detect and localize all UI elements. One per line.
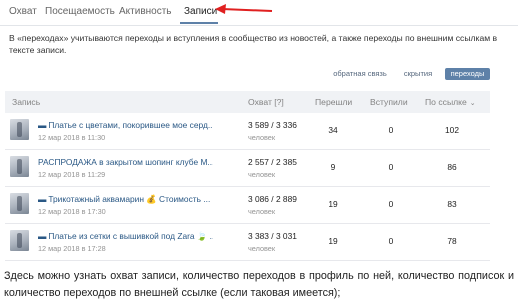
post-title-text: Платье из сетки с вышивкой под Zara 🍃 ..… bbox=[48, 231, 213, 241]
table-row: ▬ Платье из сетки с вышивкой под Zara 🍃 .… bbox=[5, 224, 490, 261]
by-link-value: 78 bbox=[447, 236, 457, 246]
table-row: ▬ Платье с цветами, покорившее мое серд..… bbox=[5, 113, 490, 150]
table-row: ▬ Трикотажный аквамарин 💰 Стоимость ... 1… bbox=[5, 187, 490, 224]
link-dash-icon: ▬ bbox=[38, 194, 47, 204]
table-row: РАСПРОДАЖА в закрытом шопинг клубе М... … bbox=[5, 150, 490, 187]
reach-value: 3 589 / 3 336 bbox=[248, 120, 297, 130]
joined-value: 0 bbox=[388, 236, 394, 246]
column-header-by-link-label: По ссылке bbox=[425, 97, 467, 107]
joined-value: 0 bbox=[388, 162, 394, 172]
reach-unit: человек bbox=[248, 170, 276, 179]
sort-down-icon: ⌄ bbox=[469, 100, 476, 107]
clicks-value: 9 bbox=[330, 162, 336, 172]
filter-feedback-button[interactable]: обратная связь bbox=[331, 68, 389, 80]
reach-unit: человек bbox=[248, 133, 276, 142]
joined-value: 0 bbox=[388, 125, 394, 135]
reach-value: 3 383 / 3 031 bbox=[248, 231, 297, 241]
post-title-link[interactable]: ▬ Трикотажный аквамарин 💰 Стоимость ... bbox=[38, 194, 213, 205]
reach-value: 3 086 / 2 889 bbox=[248, 194, 297, 204]
post-title-text: Трикотажный аквамарин 💰 Стоимость ... bbox=[48, 194, 211, 204]
post-date: 12 мар 2018 в 11:29 bbox=[38, 170, 106, 179]
post-title-link[interactable]: РАСПРОДАЖА в закрытом шопинг клубе М... bbox=[38, 157, 213, 167]
post-title-text: РАСПРОДАЖА в закрытом шопинг клубе М... bbox=[38, 157, 213, 167]
table-header: Запись Охват [?] Перешли Вступили По ссы… bbox=[5, 91, 490, 113]
post-date: 12 мар 2018 в 11:30 bbox=[38, 133, 106, 142]
link-dash-icon: ▬ bbox=[38, 231, 47, 241]
filter-clicks-button[interactable]: переходы bbox=[445, 68, 490, 80]
tab-reach[interactable]: Охват bbox=[9, 6, 37, 17]
link-dash-icon: ▬ bbox=[38, 120, 47, 130]
post-title-link[interactable]: ▬ Платье с цветами, покорившее мое серд..… bbox=[38, 120, 213, 130]
post-thumbnail[interactable] bbox=[10, 230, 29, 251]
post-thumbnail[interactable] bbox=[10, 156, 29, 177]
reach-value: 2 557 / 2 385 bbox=[248, 157, 297, 167]
description-text: Здесь можно узнать охват записи, количес… bbox=[4, 270, 514, 299]
annotation-arrow-icon bbox=[215, 4, 273, 14]
reach-unit: человек bbox=[248, 244, 276, 253]
info-text: В «переходах» учитываются переходы и вст… bbox=[9, 33, 498, 55]
post-date: 12 мар 2018 в 17:28 bbox=[38, 244, 106, 253]
tab-attendance[interactable]: Посещаемость bbox=[45, 6, 115, 17]
post-thumbnail[interactable] bbox=[10, 193, 29, 214]
reach-unit: человек bbox=[248, 207, 276, 216]
by-link-value: 83 bbox=[447, 199, 457, 209]
post-title-link[interactable]: ▬ Платье из сетки с вышивкой под Zara 🍃 .… bbox=[38, 231, 213, 242]
post-title-text: Платье с цветами, покорившее мое серд... bbox=[48, 120, 213, 130]
tab-activity[interactable]: Активность bbox=[119, 6, 172, 17]
clicks-value: 19 bbox=[328, 199, 338, 209]
tab-posts[interactable]: Записи bbox=[184, 6, 217, 17]
filter-hides-button[interactable]: скрытия bbox=[399, 68, 437, 80]
post-date: 12 мар 2018 в 17:30 bbox=[38, 207, 106, 216]
column-header-reach[interactable]: Охват [?] bbox=[248, 97, 284, 107]
active-tab-indicator bbox=[180, 22, 218, 24]
column-header-joined[interactable]: Вступили bbox=[370, 97, 408, 107]
column-header-by-link[interactable]: По ссылке ⌄ bbox=[425, 97, 476, 107]
column-header-clicks[interactable]: Перешли bbox=[315, 97, 352, 107]
by-link-value: 102 bbox=[445, 125, 459, 135]
joined-value: 0 bbox=[388, 199, 394, 209]
clicks-value: 34 bbox=[328, 125, 338, 135]
post-thumbnail[interactable] bbox=[10, 119, 29, 140]
column-header-post[interactable]: Запись bbox=[12, 97, 40, 107]
by-link-value: 86 bbox=[447, 162, 457, 172]
clicks-value: 19 bbox=[328, 236, 338, 246]
